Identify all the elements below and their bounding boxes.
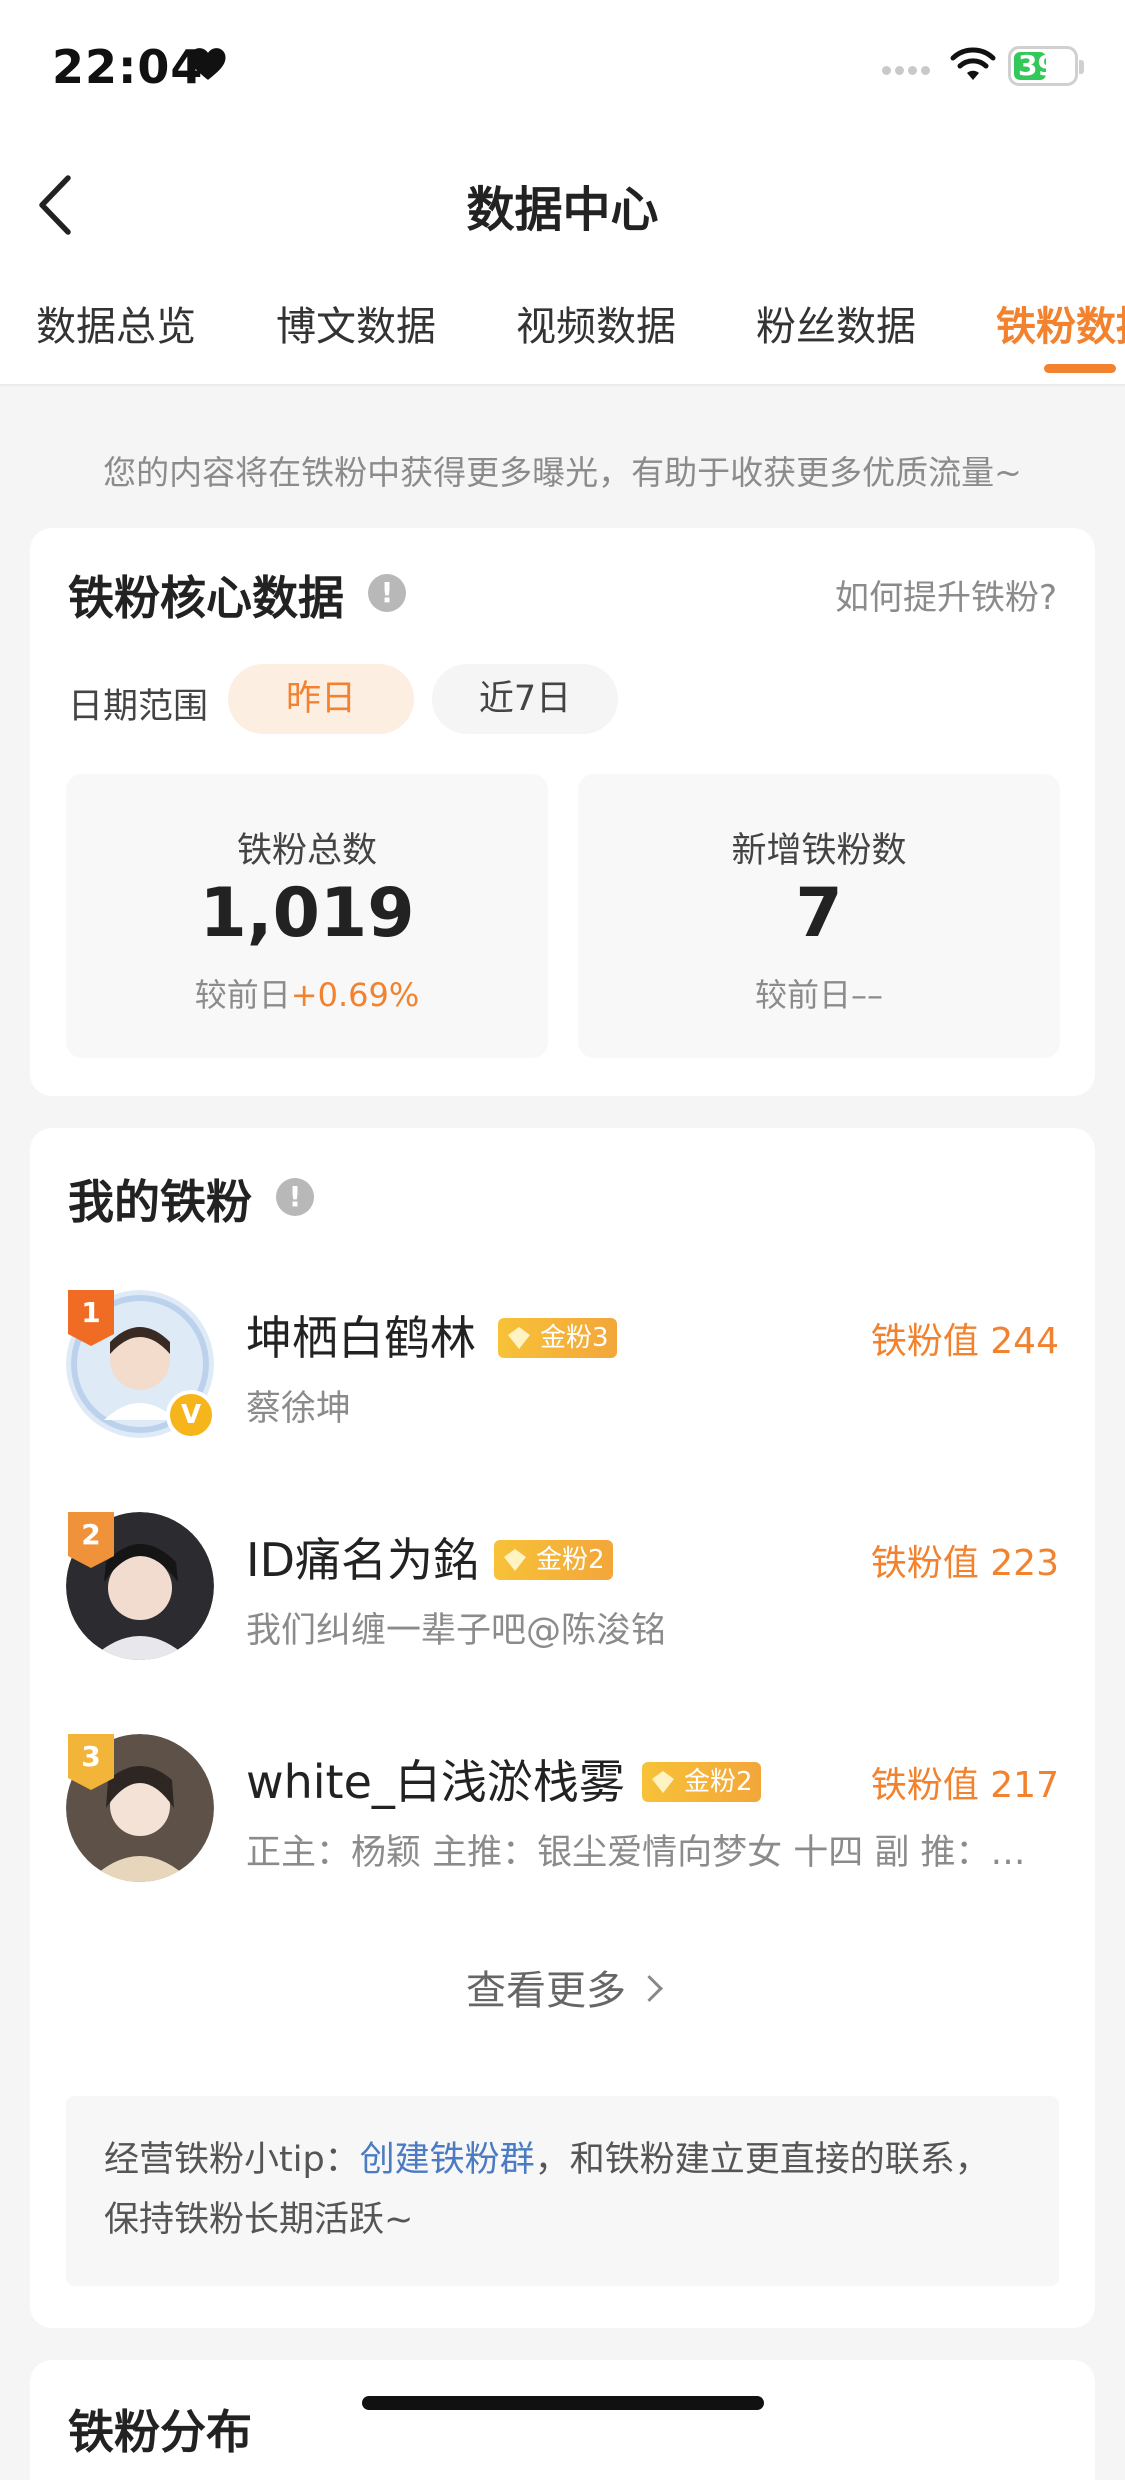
- stat-value: 7: [795, 874, 843, 953]
- stat-total-fans: 铁粉总数 1,019 较前日+0.69%: [66, 774, 548, 1058]
- date-range-label: 日期范围: [68, 687, 209, 727]
- fan-desc: 正主：杨颖 主推：银尘爱情向梦女 十四 副 推：…: [246, 1833, 1026, 1873]
- status-time: 22:04: [52, 40, 204, 94]
- battery-level: 39: [1018, 49, 1057, 82]
- how-to-improve-link[interactable]: 如何提升铁粉?: [835, 570, 1057, 619]
- fan-desc: 我们纠缠一辈子吧@陈浚铭: [246, 1611, 667, 1651]
- heart-icon: [190, 48, 226, 80]
- rank-3-badge: 3: [68, 1734, 114, 1790]
- tab-posts[interactable]: 博文数据: [276, 294, 436, 352]
- tab-iron-fans[interactable]: 铁粉数据: [996, 294, 1125, 352]
- nav-bar: 数据中心: [0, 140, 1125, 270]
- battery-icon: 39: [1008, 46, 1084, 86]
- fan-name: ID痛名为銘: [246, 1533, 479, 1587]
- tab-videos[interactable]: 视频数据: [516, 294, 676, 352]
- stat-new-fans: 新增铁粉数 7 较前日––: [578, 774, 1060, 1058]
- distribution-title: 铁粉分布: [68, 2405, 252, 2459]
- my-fans-card: 我的铁粉 ! 1 V 坤栖白鹤林 金粉3 铁粉值 244 蔡徐坤 2 ID痛名为…: [30, 1128, 1095, 2328]
- fan-tip: 经营铁粉小tip：创建铁粉群，和铁粉建立更直接的联系，保持铁粉长期活跃~: [66, 2096, 1059, 2286]
- fan-name: white_白浅淤栈雾: [246, 1755, 625, 1809]
- stat-label: 铁粉总数: [236, 831, 377, 871]
- active-tab-indicator: [1044, 364, 1116, 373]
- gold-fan-badge: 金粉2: [642, 1762, 761, 1802]
- rank-1-badge: 1: [68, 1290, 114, 1346]
- fan-row[interactable]: 1 V 坤栖白鹤林 金粉3 铁粉值 244 蔡徐坤: [30, 1290, 1095, 1450]
- fan-name: 坤栖白鹤林: [246, 1311, 476, 1365]
- chip-yesterday[interactable]: 昨日: [228, 664, 414, 734]
- page-title: 数据中心: [466, 182, 659, 238]
- wifi-icon: [950, 47, 996, 80]
- tab-fans[interactable]: 粉丝数据: [756, 294, 916, 352]
- svg-text:1: 1: [81, 1296, 100, 1329]
- tab-bar: 数据总览 博文数据 视频数据 粉丝数据 铁粉数据: [0, 270, 1125, 386]
- signal-icon: [882, 60, 934, 79]
- tab-overview[interactable]: 数据总览: [36, 294, 196, 352]
- verified-icon: V: [166, 1390, 216, 1440]
- gem-icon: [652, 1771, 674, 1793]
- core-data-title: 铁粉核心数据: [68, 571, 344, 625]
- gem-icon: [508, 1327, 530, 1349]
- see-more-link[interactable]: 查看更多: [30, 1958, 1095, 2016]
- chevron-right-icon: [636, 1975, 663, 2002]
- gem-icon: [504, 1549, 526, 1571]
- fan-desc: 蔡徐坤: [246, 1389, 352, 1429]
- chip-last-7-days[interactable]: 近7日: [432, 664, 618, 734]
- stat-compare: 较前日+0.69%: [194, 976, 420, 1014]
- info-icon[interactable]: !: [368, 574, 406, 612]
- fan-row[interactable]: 3 white_白浅淤栈雾 金粉2 铁粉值 217 正主：杨颖 主推：银尘爱情向…: [30, 1734, 1095, 1894]
- status-bar: 22:04 39: [0, 0, 1125, 140]
- fan-value: 铁粉值 217: [870, 1765, 1059, 1806]
- fan-row[interactable]: 2 ID痛名为銘 金粉2 铁粉值 223 我们纠缠一辈子吧@陈浚铭: [30, 1512, 1095, 1672]
- notice-text: 您的内容将在铁粉中获得更多曝光，有助于收获更多优质流量~: [103, 453, 1022, 492]
- home-indicator[interactable]: [362, 2396, 764, 2410]
- fan-value: 铁粉值 223: [870, 1543, 1059, 1584]
- info-icon[interactable]: !: [276, 1178, 314, 1216]
- distribution-card: 铁粉分布: [30, 2360, 1095, 2480]
- core-data-card: 铁粉核心数据 ! 如何提升铁粉? 日期范围 昨日 近7日 铁粉总数 1,019 …: [30, 528, 1095, 1096]
- my-fans-title: 我的铁粉: [68, 1175, 252, 1229]
- stat-compare: 较前日––: [754, 976, 883, 1014]
- stat-label: 新增铁粉数: [731, 831, 907, 871]
- create-fan-group-link[interactable]: 创建铁粉群: [360, 2140, 535, 2180]
- gold-fan-badge: 金粉2: [494, 1540, 613, 1580]
- fan-value: 铁粉值 244: [870, 1321, 1059, 1362]
- rank-2-badge: 2: [68, 1512, 114, 1568]
- gold-fan-badge: 金粉3: [498, 1318, 617, 1358]
- svg-text:2: 2: [81, 1518, 100, 1551]
- stat-value: 1,019: [199, 874, 415, 953]
- svg-text:3: 3: [81, 1740, 100, 1773]
